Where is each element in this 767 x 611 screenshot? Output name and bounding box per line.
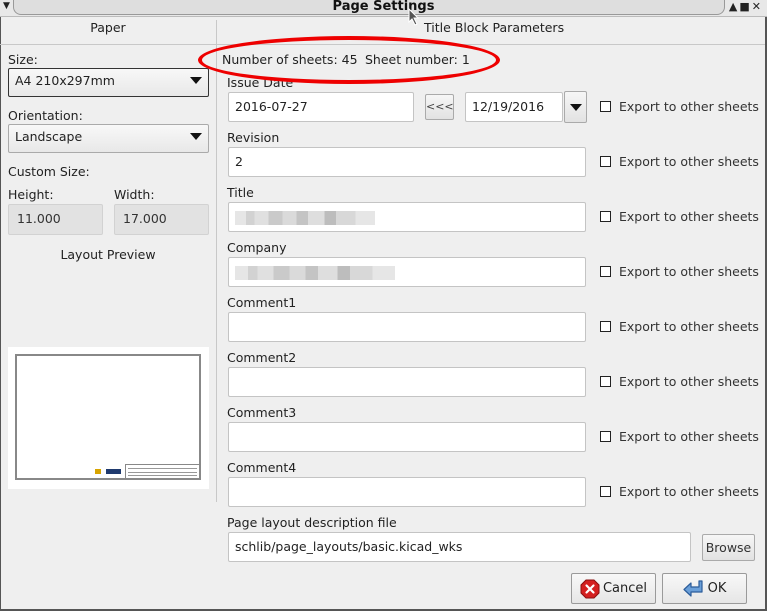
field-label: Comment3 <box>227 405 297 420</box>
window-controls[interactable]: ▲■✕ <box>729 0 763 13</box>
field-input-comment4[interactable] <box>228 477 586 507</box>
checkbox-box[interactable] <box>600 156 611 167</box>
export-label: Export to other sheets <box>619 209 759 224</box>
checkbox-box[interactable] <box>600 266 611 277</box>
orientation-select[interactable]: Landscape <box>8 124 209 153</box>
field-label: Title <box>227 185 254 200</box>
dropdown-arrow-icon <box>190 133 202 140</box>
custom-width-field[interactable]: 17.000 <box>114 204 209 235</box>
preview-sheet-border <box>15 354 201 480</box>
custom-height-field[interactable]: 11.000 <box>8 204 103 235</box>
orientation-value: Landscape <box>15 129 83 144</box>
issue-date-input[interactable]: 2016-07-27 <box>228 92 414 122</box>
width-label: Width: <box>114 187 155 202</box>
paper-header: Paper <box>90 20 126 35</box>
preview-title-block <box>125 464 199 478</box>
title-block-divider <box>217 44 765 45</box>
export-checkbox-comment2[interactable]: Export to other sheets <box>600 374 759 389</box>
maximize-icon[interactable]: ■ <box>739 0 751 13</box>
export-checkbox-comment4[interactable]: Export to other sheets <box>600 484 759 499</box>
cancel-button[interactable]: Cancel <box>571 573 656 604</box>
export-label: Export to other sheets <box>619 484 759 499</box>
issue-date-export-checkbox[interactable]: Export to other sheets <box>600 99 759 114</box>
browse-button[interactable]: Browse <box>702 534 755 561</box>
field-label: Comment2 <box>227 350 297 365</box>
sheet-number: Sheet number: 1 <box>365 52 470 67</box>
paper-size-select[interactable]: A4 210x297mm <box>8 68 209 97</box>
export-label: Export to other sheets <box>619 319 759 334</box>
field-label: Revision <box>227 130 280 145</box>
export-checkbox-comment3[interactable]: Export to other sheets <box>600 429 759 444</box>
custom-size-label: Custom Size: <box>8 164 90 179</box>
export-label: Export to other sheets <box>619 429 759 444</box>
date-picker-input[interactable]: 12/19/2016 <box>465 92 563 122</box>
export-checkbox-title[interactable]: Export to other sheets <box>600 209 759 224</box>
checkbox-box[interactable] <box>600 486 611 497</box>
close-icon[interactable]: ✕ <box>752 0 763 13</box>
field-label: Company <box>227 240 287 255</box>
field-input-comment1[interactable] <box>228 312 586 342</box>
title-block-header: Title Block Parameters <box>424 20 565 35</box>
export-checkbox-comment1[interactable]: Export to other sheets <box>600 319 759 334</box>
checkbox-box[interactable] <box>600 101 611 112</box>
redacted-text <box>235 210 375 225</box>
field-input-comment2[interactable] <box>228 367 586 397</box>
title-bar[interactable]: ▼ Page Settings ▲■✕ <box>0 0 767 17</box>
ok-button[interactable]: OK <box>662 573 747 604</box>
field-input-title[interactable] <box>228 202 586 232</box>
mouse-cursor-icon <box>408 8 420 26</box>
cancel-label: Cancel <box>602 581 648 596</box>
field-label: Comment1 <box>227 295 297 310</box>
checkbox-box[interactable] <box>600 376 611 387</box>
export-checkbox-company[interactable]: Export to other sheets <box>600 264 759 279</box>
copy-date-button[interactable]: <<< <box>425 94 454 120</box>
field-input-revision[interactable]: 2 <box>228 147 586 177</box>
enter-arrow-icon <box>683 579 703 597</box>
checkbox-box[interactable] <box>600 321 611 332</box>
number-of-sheets: Number of sheets: 45 <box>222 52 358 67</box>
height-label: Height: <box>8 187 54 202</box>
cancel-icon <box>580 579 600 598</box>
minimize-icon[interactable]: ▲ <box>729 0 739 13</box>
layout-preview <box>8 347 209 489</box>
field-input-comment3[interactable] <box>228 422 586 452</box>
field-input-company[interactable] <box>228 257 586 287</box>
issue-date-label: Issue Date <box>227 75 294 90</box>
paper-header-divider <box>0 44 216 45</box>
export-checkbox-revision[interactable]: Export to other sheets <box>600 154 759 169</box>
export-label: Export to other sheets <box>619 154 759 169</box>
date-picker-dropdown[interactable] <box>564 91 587 123</box>
dropdown-arrow-icon <box>190 77 202 84</box>
export-label: Export to other sheets <box>619 374 759 389</box>
field-label: Comment4 <box>227 460 297 475</box>
window-frame-left <box>0 17 1 611</box>
orientation-label: Orientation: <box>8 108 83 123</box>
paper-size-value: A4 210x297mm <box>15 73 115 88</box>
ok-label: OK <box>707 581 727 596</box>
redacted-text <box>235 265 395 280</box>
checkbox-box[interactable] <box>600 211 611 222</box>
layout-file-input[interactable]: schlib/page_layouts/basic.kicad_wks <box>228 532 691 562</box>
layout-preview-label: Layout Preview <box>60 247 156 262</box>
preview-logo <box>95 469 123 475</box>
dropdown-arrow-icon <box>570 104 582 111</box>
size-label: Size: <box>8 52 38 67</box>
layout-file-label: Page layout description file <box>227 515 397 530</box>
window-title: Page Settings <box>332 0 435 14</box>
panel-divider <box>216 20 217 502</box>
export-label: Export to other sheets <box>619 264 759 279</box>
export-label: Export to other sheets <box>619 99 759 114</box>
checkbox-box[interactable] <box>600 431 611 442</box>
